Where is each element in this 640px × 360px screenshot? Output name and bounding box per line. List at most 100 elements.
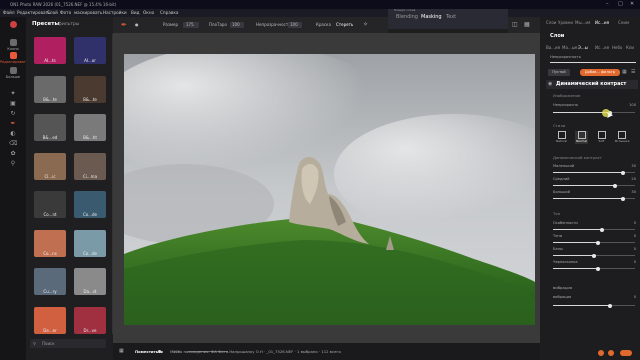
preset-thumbnail[interactable]: Da...st — [74, 268, 106, 295]
paint-button[interactable]: Краска — [316, 17, 331, 33]
slider-knob[interactable] — [620, 170, 625, 175]
preset-thumbnail[interactable]: De...er — [34, 306, 66, 334]
done-button[interactable] — [620, 350, 632, 356]
menu-item-photo[interactable]: Фото — [60, 9, 71, 17]
preset-thumbnail[interactable]: Co...nt — [34, 191, 66, 218]
adjustment-slider[interactable] — [553, 227, 635, 232]
nav-browse[interactable]: Клоно — [0, 39, 26, 51]
slider-knob[interactable] — [596, 240, 601, 245]
tab-text[interactable]: Text — [446, 14, 456, 20]
adjustment-slider[interactable] — [553, 240, 635, 245]
tab-layers[interactable]: Слои — [546, 20, 556, 25]
zoom-tool-icon[interactable]: ⚲ — [9, 161, 17, 167]
preset-thumbnail[interactable]: Co...de — [74, 191, 106, 218]
reset-icon[interactable] — [608, 350, 614, 356]
mode-soft[interactable]: Soft — [595, 131, 608, 144]
slider-knob[interactable] — [612, 183, 617, 188]
add-filter-button[interactable]: Добав... фильтр — [580, 69, 620, 76]
filter-cat-5[interactable]: Кли — [626, 45, 634, 50]
adjustment-slider[interactable] — [553, 183, 635, 188]
vibrance-slider[interactable] — [553, 303, 635, 308]
menu-item-mask[interactable]: маскировать — [74, 9, 102, 17]
photo-preview[interactable] — [124, 54, 535, 325]
nav-more[interactable]: Больше — [0, 67, 26, 79]
presets-title[interactable]: Пресеты — [32, 21, 59, 27]
filter-cat-2[interactable]: Э...ы — [578, 45, 588, 50]
panel-options-icon[interactable]: ▦ — [622, 69, 627, 75]
mask-tool-icon[interactable]: ◐ — [9, 131, 17, 137]
filter-header[interactable]: ◉ Динамический контраст — [546, 80, 638, 89]
transform-tool-icon[interactable]: ↻ — [9, 111, 17, 117]
close-icon[interactable]: ✕ — [630, 0, 634, 9]
menu-item-view[interactable]: Вид — [131, 9, 140, 17]
adjustment-slider[interactable] — [553, 196, 635, 201]
opacity-value[interactable]: 100 — [290, 17, 298, 33]
feather-value[interactable]: 100 — [232, 17, 240, 33]
filter-toggle-icon[interactable]: ◉ — [548, 81, 552, 87]
grid-icon[interactable]: ▦ — [524, 21, 530, 28]
minimize-icon[interactable]: – — [606, 0, 609, 9]
menu-item-help[interactable]: Справка — [160, 9, 178, 17]
preset-search-input[interactable]: ⚲ Поиск — [30, 339, 106, 348]
mode-flash-label: Вспышка — [615, 139, 630, 143]
mode-flash[interactable]: Вспышка — [615, 131, 630, 144]
erase-button[interactable]: Стереть — [336, 17, 353, 33]
preset-thumbnail[interactable]: AI...ts — [34, 37, 66, 64]
brush-icon[interactable]: ✒ — [121, 17, 127, 33]
brush-tool-icon[interactable]: ✒ — [9, 121, 17, 127]
move-tool-icon[interactable]: ✦ — [9, 91, 17, 97]
menu-item-layer[interactable]: Слой — [47, 9, 58, 17]
adjustment-slider[interactable] — [553, 253, 635, 258]
panel-menu-icon[interactable]: ☰ — [631, 69, 635, 75]
preset-thumbnail[interactable]: Cu...ry — [34, 268, 66, 295]
layer-opacity-slider[interactable] — [550, 62, 636, 63]
empty-layer-button[interactable]: Пустой — [548, 69, 570, 76]
undo-icon[interactable] — [598, 350, 604, 356]
menu-item-file[interactable]: Файл — [3, 9, 15, 17]
eraser-tool-icon[interactable]: ⌫ — [9, 141, 17, 147]
preset-thumbnail[interactable]: Co...de — [74, 229, 106, 257]
tab-info[interactable]: Мы...ия — [575, 20, 590, 25]
tab-history[interactable]: Ис...ия — [595, 20, 609, 25]
slider-knob[interactable] — [592, 253, 596, 258]
filters-tab[interactable]: фильтры — [58, 22, 79, 27]
brush-mode-icon[interactable]: ● — [135, 17, 139, 33]
preset-thumbnail[interactable]: B&...ht — [74, 114, 106, 141]
preset-thumbnail[interactable]: B&...te — [34, 75, 66, 103]
preset-thumbnail[interactable]: B&...ed — [34, 114, 66, 141]
preset-thumbnail[interactable]: Ci...ma — [74, 152, 106, 180]
preset-thumbnail[interactable]: Dr...ve — [74, 306, 106, 334]
adjustment-slider[interactable] — [553, 170, 635, 175]
tab-masking[interactable]: Masking — [421, 14, 442, 20]
filter-cat-1[interactable]: Ма...ые — [562, 45, 577, 50]
tab-snapshots[interactable]: Сним — [618, 20, 629, 25]
preset-thumbnail[interactable]: Cl...ic — [34, 152, 66, 180]
tab-levels[interactable]: Уровни — [558, 20, 573, 25]
retouch-tool-icon[interactable]: ✿ — [9, 151, 17, 157]
wand-icon[interactable]: ✧ — [363, 17, 368, 33]
filter-cat-3[interactable]: Ис...ия — [595, 45, 609, 50]
menu-item-window[interactable]: Окно — [143, 9, 154, 17]
menu-item-settings[interactable]: Настройки — [103, 9, 127, 17]
adjustment-slider[interactable] — [553, 266, 635, 271]
crop-tool-icon[interactable]: ▣ — [9, 101, 17, 107]
mode-normal[interactable]: Normal — [575, 131, 588, 144]
compare-icon[interactable]: ◫ — [512, 21, 518, 28]
view-mode-icon[interactable]: ▦ — [119, 343, 124, 360]
zoom-slider-knob[interactable] — [158, 350, 161, 353]
maximize-icon[interactable]: □ — [618, 0, 623, 9]
size-value[interactable]: 175 — [186, 17, 194, 33]
slider-knob[interactable] — [596, 266, 601, 271]
slider-knob[interactable] — [600, 227, 605, 232]
main-opacity-slider[interactable] — [553, 110, 635, 115]
preset-thumbnail[interactable]: B&...te — [74, 75, 106, 103]
slider-knob[interactable] — [620, 196, 625, 201]
tab-blending[interactable]: Blending — [396, 14, 418, 20]
filter-cat-4[interactable]: Небо — [612, 45, 622, 50]
filter-cat-0[interactable]: Ва...ия — [546, 45, 560, 50]
preset-thumbnail[interactable]: AI...or — [74, 37, 106, 64]
preset-thumbnail[interactable]: Co...ns — [34, 229, 66, 257]
menu-item-edit[interactable]: Редактировать — [17, 9, 50, 17]
mode-natural[interactable]: Natural — [555, 131, 568, 144]
nav-edit[interactable]: Редактировать — [0, 52, 28, 64]
